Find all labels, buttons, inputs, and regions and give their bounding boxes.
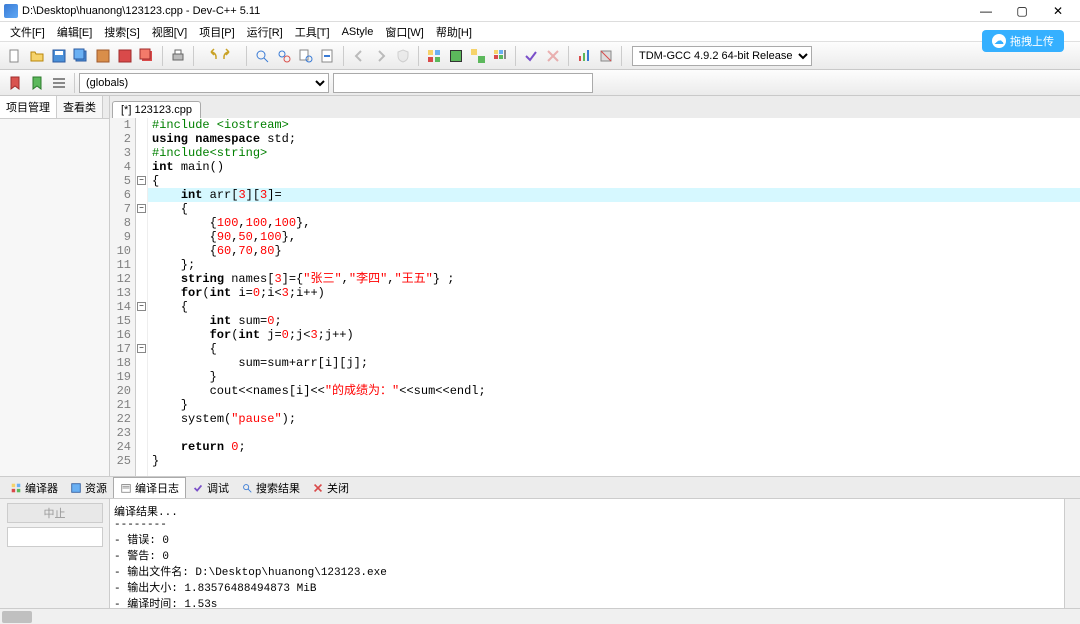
fold-column: − − − − <box>136 118 148 476</box>
menu-item[interactable]: 编辑[E] <box>51 24 98 40</box>
menu-bar: 文件[F]编辑[E]搜索[S]视图[V]项目[P]运行[R]工具[T]AStyl… <box>0 22 1080 42</box>
compile-run-icon[interactable] <box>468 46 488 66</box>
sidebar: 项目管理查看类 <box>0 96 110 476</box>
code-line[interactable]: { <box>148 202 1080 216</box>
globals-combo[interactable]: (globals) <box>79 73 329 93</box>
run-icon[interactable] <box>446 46 466 66</box>
bottom-tab[interactable]: 编译器 <box>4 478 64 498</box>
extra-button[interactable] <box>7 527 103 547</box>
bottom-tab[interactable]: 资源 <box>64 478 113 498</box>
compile-icon[interactable] <box>424 46 444 66</box>
code-line[interactable]: string names[3]={"张三","李四","王五"} ; <box>148 272 1080 286</box>
fold-toggle-icon[interactable]: − <box>137 344 146 353</box>
member-combo[interactable] <box>333 73 593 93</box>
main-toolbar: TDM-GCC 4.9.2 64-bit Release ☁拖拽上传 <box>0 42 1080 70</box>
replace-icon[interactable] <box>274 46 294 66</box>
rebuild-icon[interactable] <box>490 46 510 66</box>
code-line[interactable]: #include<string> <box>148 146 1080 160</box>
print-icon[interactable] <box>168 46 188 66</box>
code-line[interactable]: {100,100,100}, <box>148 216 1080 230</box>
code-line[interactable] <box>148 426 1080 440</box>
cloud-icon: ☁ <box>992 34 1006 48</box>
bookmark-go-icon[interactable] <box>27 73 47 93</box>
bottom-tab[interactable]: 编译日志 <box>113 477 186 498</box>
nav-back-icon[interactable] <box>349 46 369 66</box>
menu-item[interactable]: 窗口[W] <box>379 24 430 40</box>
shield-icon[interactable] <box>393 46 413 66</box>
code-line[interactable]: } <box>148 398 1080 412</box>
maximize-button[interactable]: ▢ <box>1004 0 1040 22</box>
close-file-icon[interactable] <box>115 46 135 66</box>
menu-item[interactable]: 项目[P] <box>193 24 240 40</box>
profile-icon[interactable] <box>574 46 594 66</box>
debug-icon[interactable] <box>521 46 541 66</box>
window-title: D:\Desktop\huanong\123123.cpp - Dev-C++ … <box>22 5 968 17</box>
redo-icon[interactable] <box>221 46 241 66</box>
output-vscroll[interactable] <box>1064 499 1080 608</box>
find-icon[interactable] <box>252 46 272 66</box>
code-line[interactable]: { <box>148 174 1080 188</box>
side-tab[interactable]: 查看类 <box>57 96 103 118</box>
menu-item[interactable]: 帮助[H] <box>430 24 478 40</box>
code-line[interactable]: system("pause"); <box>148 412 1080 426</box>
code-line[interactable]: #include <iostream> <box>148 118 1080 132</box>
nav-forward-icon[interactable] <box>371 46 391 66</box>
save-as-icon[interactable] <box>93 46 113 66</box>
close-all-icon[interactable] <box>137 46 157 66</box>
code-line[interactable]: for(int j=0;j<3;j++) <box>148 328 1080 342</box>
find-in-files-icon[interactable] <box>296 46 316 66</box>
output-hscroll[interactable] <box>0 608 1080 624</box>
line-gutter: 1234567891011121314151617181920212223242… <box>110 118 136 476</box>
bookmark-list-icon[interactable] <box>49 73 69 93</box>
save-all-icon[interactable] <box>71 46 91 66</box>
compile-output[interactable]: 编译结果... -------- - 错误: 0 - 警告: 0 - 输出文件名… <box>110 499 1064 608</box>
code-line[interactable]: {90,50,100}, <box>148 230 1080 244</box>
menu-item[interactable]: 运行[R] <box>241 24 289 40</box>
code-line[interactable]: using namespace std; <box>148 132 1080 146</box>
app-icon <box>4 4 18 18</box>
code-line[interactable]: } <box>148 370 1080 384</box>
upload-button[interactable]: ☁拖拽上传 <box>982 30 1064 52</box>
fold-toggle-icon[interactable]: − <box>137 204 146 213</box>
bookmark-toggle-icon[interactable] <box>5 73 25 93</box>
code-line[interactable]: }; <box>148 258 1080 272</box>
menu-item[interactable]: 文件[F] <box>4 24 51 40</box>
code-line[interactable]: } <box>148 454 1080 468</box>
side-tab[interactable]: 项目管理 <box>0 96 57 118</box>
compiler-select[interactable]: TDM-GCC 4.9.2 64-bit Release <box>632 46 812 66</box>
delete-profile-icon[interactable] <box>596 46 616 66</box>
code-line[interactable]: {60,70,80} <box>148 244 1080 258</box>
bottom-tab-bar: 编译器资源编译日志调试搜索结果关闭 <box>0 476 1080 498</box>
menu-item[interactable]: AStyle <box>336 26 380 38</box>
new-file-icon[interactable] <box>5 46 25 66</box>
code-line[interactable]: sum=sum+arr[i][j]; <box>148 356 1080 370</box>
secondary-toolbar: (globals) <box>0 70 1080 96</box>
code-line[interactable]: int main() <box>148 160 1080 174</box>
fold-toggle-icon[interactable]: − <box>137 302 146 311</box>
code-editor[interactable]: 1234567891011121314151617181920212223242… <box>110 118 1080 476</box>
menu-item[interactable]: 视图[V] <box>146 24 193 40</box>
undo-icon[interactable] <box>199 46 219 66</box>
code-line[interactable]: return 0; <box>148 440 1080 454</box>
close-button[interactable]: ✕ <box>1040 0 1076 22</box>
goto-line-icon[interactable] <box>318 46 338 66</box>
fold-toggle-icon[interactable]: − <box>137 176 146 185</box>
code-line[interactable]: int arr[3][3]= <box>148 188 1080 202</box>
abort-button[interactable]: 中止 <box>7 503 103 523</box>
minimize-button[interactable]: — <box>968 0 1004 22</box>
code-line[interactable]: { <box>148 300 1080 314</box>
code-line[interactable]: for(int i=0;i<3;i++) <box>148 286 1080 300</box>
stop-debug-icon[interactable] <box>543 46 563 66</box>
code-line[interactable]: cout<<names[i]<<"的成绩为："<<sum<<endl; <box>148 384 1080 398</box>
bottom-tab[interactable]: 搜索结果 <box>235 478 306 498</box>
menu-item[interactable]: 搜索[S] <box>98 24 145 40</box>
bottom-tab[interactable]: 关闭 <box>306 478 355 498</box>
menu-item[interactable]: 工具[T] <box>289 24 336 40</box>
bottom-tab[interactable]: 调试 <box>186 478 235 498</box>
code-line[interactable]: int sum=0; <box>148 314 1080 328</box>
save-icon[interactable] <box>49 46 69 66</box>
open-file-icon[interactable] <box>27 46 47 66</box>
file-tab[interactable]: [*] 123123.cpp <box>112 101 201 118</box>
code-line[interactable]: { <box>148 342 1080 356</box>
